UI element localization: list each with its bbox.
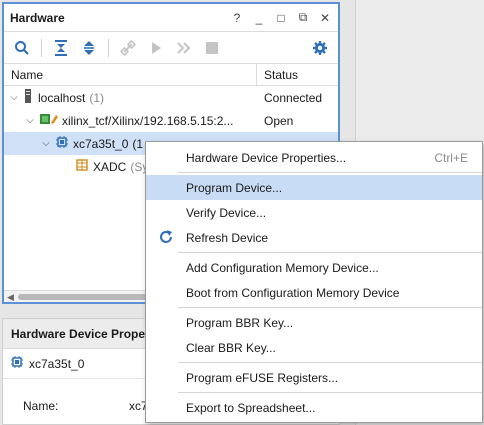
menu-item-clear-bbr-key[interactable]: Clear BBR Key...: [146, 335, 482, 360]
chip-icon: [11, 356, 23, 371]
context-menu: Hardware Device Properties... Ctrl+E Pro…: [145, 141, 483, 423]
auto-connect-icon: [116, 36, 140, 60]
properties-device-name: xc7a35t_0: [29, 356, 85, 371]
expand-all-icon[interactable]: [77, 36, 101, 60]
minimize-icon[interactable]: _: [252, 11, 266, 25]
refresh-icon: [158, 229, 174, 245]
status-column-header[interactable]: Status: [256, 64, 298, 85]
chip-icon: [56, 136, 68, 151]
collapse-all-icon[interactable]: [49, 36, 73, 60]
menu-item-label: Program eFUSE Registers...: [186, 370, 339, 385]
menu-item-label: Verify Device...: [186, 205, 267, 220]
menu-separator: [178, 252, 482, 253]
chevron-down-icon[interactable]: ⌵: [8, 92, 20, 103]
menu-item-label: Program Device...: [186, 180, 283, 195]
menu-item-program-device[interactable]: Program Device...: [146, 175, 482, 200]
tree-label-xadc: XADC: [93, 159, 127, 174]
menu-item-refresh-device[interactable]: Refresh Device: [146, 225, 482, 250]
xadc-icon: [76, 159, 88, 174]
menu-item-label: Hardware Device Properties...: [186, 150, 347, 165]
tree-column-header: Name Status: [4, 64, 338, 86]
menu-separator: [178, 362, 482, 363]
menu-item-add-config-memory[interactable]: Add Configuration Memory Device...: [146, 255, 482, 280]
help-icon[interactable]: ?: [230, 11, 244, 25]
status-value: Open: [264, 113, 294, 128]
menu-item-label: Clear BBR Key...: [186, 340, 276, 355]
tree-label-target: xilinx_tcf/Xilinx/192.168.5.15:2...: [62, 113, 234, 128]
tree-row-target[interactable]: ⌵ xilinx_tcf/Xilinx/192.168.5.15:2... Op…: [4, 109, 338, 132]
menu-item-program-efuse[interactable]: Program eFUSE Registers...: [146, 365, 482, 390]
menu-item-export-spreadsheet[interactable]: Export to Spreadsheet...: [146, 395, 482, 420]
search-icon[interactable]: [10, 36, 34, 60]
tree-suffix: (1: [132, 136, 144, 151]
hardware-panel-header: Hardware ? _ □ ⧉ ✕: [4, 4, 338, 32]
menu-item-verify-device[interactable]: Verify Device...: [146, 200, 482, 225]
server-icon: [24, 89, 32, 106]
chevron-down-icon[interactable]: ⌵: [40, 138, 52, 149]
menu-item-program-bbr-key[interactable]: Program BBR Key...: [146, 310, 482, 335]
menu-item-boot-config-memory[interactable]: Boot from Configuration Memory Device: [146, 280, 482, 305]
maximize-icon[interactable]: □: [274, 11, 288, 25]
menu-item-label: Add Configuration Memory Device...: [186, 260, 379, 275]
menu-separator: [178, 307, 482, 308]
menu-item-label: Program BBR Key...: [186, 315, 294, 330]
name-label: Name:: [23, 399, 59, 413]
name-column-header[interactable]: Name: [4, 68, 256, 82]
status-value: Connected: [264, 90, 323, 105]
run-icon: [144, 36, 168, 60]
stop-icon: [200, 36, 224, 60]
menu-item-label: Export to Spreadsheet...: [186, 400, 316, 415]
close-icon[interactable]: ✕: [318, 11, 332, 25]
chevron-down-icon[interactable]: ⌵: [24, 115, 36, 126]
tree-label-device: xc7a35t_0: [73, 136, 129, 151]
tree-label-localhost: localhost: [38, 90, 86, 105]
hardware-panel-title: Hardware: [10, 10, 65, 25]
menu-item-label: Refresh Device: [186, 230, 269, 245]
board-icon: [40, 113, 58, 128]
menu-separator: [178, 392, 482, 393]
menu-separator: [178, 172, 482, 173]
menu-item-hardware-device-properties[interactable]: Hardware Device Properties... Ctrl+E: [146, 145, 482, 170]
scroll-left-icon[interactable]: ◀: [7, 291, 14, 303]
gear-icon[interactable]: [308, 36, 332, 60]
float-icon[interactable]: ⧉: [296, 10, 310, 25]
tree-count: (1): [89, 90, 105, 105]
menu-item-label: Boot from Configuration Memory Device: [186, 285, 400, 300]
menu-item-shortcut: Ctrl+E: [434, 150, 468, 165]
step-icon: [172, 36, 196, 60]
scrollbar-thumb[interactable]: [18, 294, 148, 300]
hardware-toolbar: [4, 32, 338, 64]
tree-row-localhost[interactable]: ⌵ localhost (1) Connected: [4, 86, 338, 109]
